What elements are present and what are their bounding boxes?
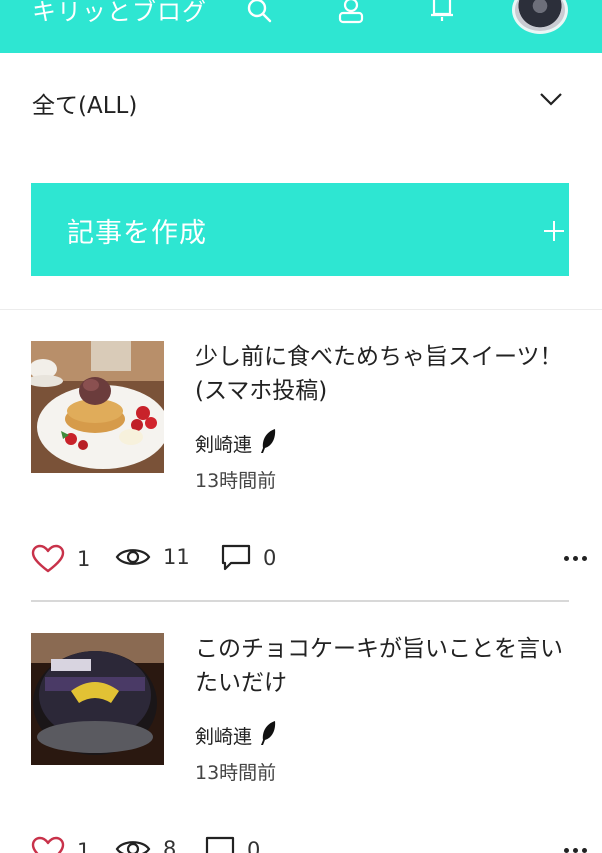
bell-icon[interactable] (428, 0, 456, 30)
feather-icon (258, 720, 278, 751)
like-count: 1 (77, 547, 91, 571)
feather-icon (258, 428, 278, 459)
create-article-button[interactable]: 記事を作成 (31, 183, 569, 276)
post-title[interactable]: このチョコケーキが旨いことを言いたいだけ (195, 632, 575, 700)
view-count-group: 11 (115, 544, 190, 570)
post-author[interactable]: 剣崎連 (195, 428, 278, 459)
post-stats: 1 8 0 (31, 836, 587, 853)
comment-count: 0 (263, 546, 277, 570)
category-filter-label: 全て(ALL) (32, 93, 138, 119)
comment-icon (205, 836, 235, 853)
like-count: 1 (77, 839, 91, 853)
category-filter-dropdown[interactable]: 全て(ALL) (0, 78, 602, 126)
author-name: 剣崎連 (195, 434, 253, 456)
heart-icon (31, 836, 65, 853)
post-title[interactable]: 少し前に食べためちゃ旨スイーツ！(スマホ投稿) (195, 340, 575, 408)
profile-icon[interactable] (336, 0, 366, 30)
post-thumbnail[interactable] (31, 341, 164, 473)
eye-icon (115, 836, 151, 853)
author-name: 剣崎連 (195, 726, 253, 748)
more-options-icon[interactable] (564, 556, 587, 561)
view-count-group: 8 (115, 836, 176, 853)
chevron-down-icon (538, 86, 564, 116)
heart-icon (31, 544, 65, 574)
app-header: キリッとブログ (0, 0, 602, 53)
post-thumbnail[interactable] (31, 633, 164, 765)
post-time: 13時間前 (195, 470, 277, 492)
comment-button[interactable]: 0 (221, 544, 276, 572)
app-title[interactable]: キリッとブログ (32, 0, 207, 27)
post-stats: 1 11 0 (31, 544, 587, 578)
post-author[interactable]: 剣崎連 (195, 720, 278, 751)
like-button[interactable]: 1 (31, 836, 90, 853)
search-icon[interactable] (244, 0, 274, 30)
eye-icon (115, 544, 151, 570)
post-divider (31, 600, 569, 602)
comment-count: 0 (247, 838, 261, 853)
like-button[interactable]: 1 (31, 544, 90, 574)
post-time: 13時間前 (195, 762, 277, 784)
section-divider (0, 309, 602, 310)
comment-button[interactable]: 0 (205, 836, 260, 853)
plus-icon (543, 220, 565, 246)
more-options-icon[interactable] (564, 848, 587, 853)
view-count: 11 (163, 545, 190, 569)
create-article-label: 記事を作成 (67, 218, 207, 249)
view-count: 8 (163, 837, 177, 853)
comment-icon (221, 544, 251, 572)
avatar[interactable] (512, 0, 568, 34)
